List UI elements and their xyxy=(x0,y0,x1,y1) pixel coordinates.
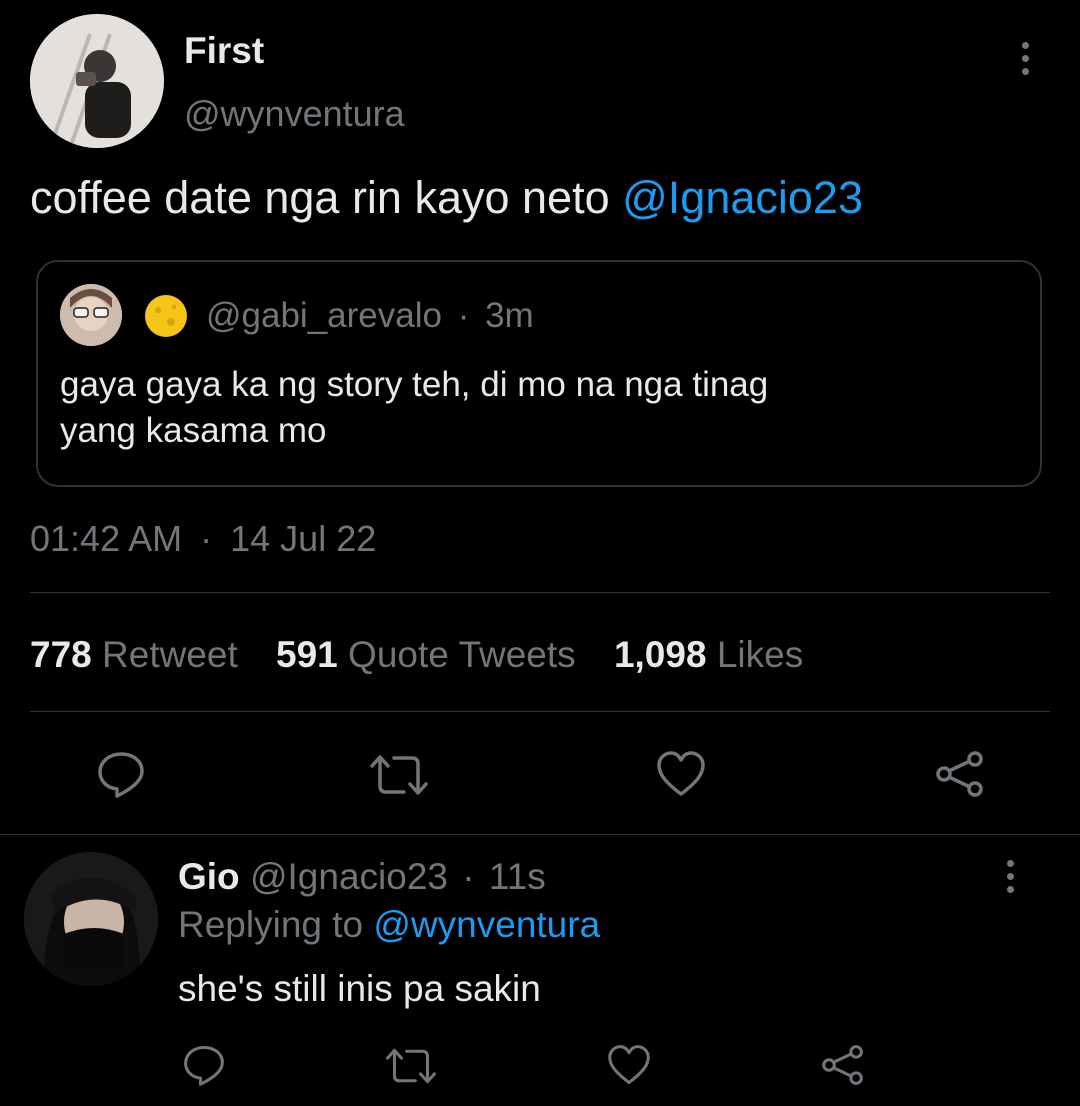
tweet-body: coffee date nga rin kayo neto xyxy=(30,172,610,223)
tweet-time: 01:42 AM xyxy=(30,518,183,559)
author-handle[interactable]: @wynventura xyxy=(184,93,405,135)
reply-share-icon[interactable] xyxy=(820,1044,866,1086)
reply-icon[interactable] xyxy=(96,750,146,798)
section-divider xyxy=(0,834,1080,835)
reply-display-name[interactable]: Gio xyxy=(178,856,240,897)
tweet-timestamp[interactable]: 01:42 AM · 14 Jul 22 xyxy=(30,518,376,560)
tweet-date: 14 Jul 22 xyxy=(230,518,377,559)
heart-icon[interactable] xyxy=(655,750,707,798)
reply-time[interactable]: 11s xyxy=(489,856,546,897)
quoted-author-avatar[interactable] xyxy=(60,284,122,346)
retweets-label: Retweet xyxy=(102,634,238,675)
tweet-text: coffee date nga rin kayo neto @Ignacio23 xyxy=(30,172,863,224)
retweets-stat[interactable]: 778 Retweet xyxy=(30,634,248,675)
divider-top xyxy=(30,592,1050,593)
retweet-icon[interactable] xyxy=(368,752,430,798)
mention-link[interactable]: @Ignacio23 xyxy=(622,172,863,223)
reply-meta: Gio @Ignacio23 · 11s xyxy=(178,856,546,898)
more-icon[interactable] xyxy=(1022,42,1029,81)
author-display-name[interactable]: First xyxy=(184,30,264,72)
quoted-time[interactable]: 3m xyxy=(485,296,534,335)
quoted-separator: · xyxy=(457,296,470,335)
author-avatar[interactable] xyxy=(30,14,164,148)
quoted-tweet-card[interactable]: @gabi_arevalo · 3m gaya gaya ka ng story… xyxy=(36,260,1042,487)
likes-count: 1,098 xyxy=(613,634,707,675)
tweet-stats: 778 Retweet 591 Quote Tweets 1,098 Likes xyxy=(30,634,803,676)
quoted-text-line-2: yang kasama mo xyxy=(60,411,327,450)
reply-handle[interactable]: @Ignacio23 xyxy=(250,856,448,897)
likes-stat[interactable]: 1,098 Likes xyxy=(614,634,803,675)
reply-heart-icon[interactable] xyxy=(606,1044,652,1086)
quoted-text-line-1: gaya gaya ka ng story teh, di mo na nga … xyxy=(60,365,769,404)
reply-more-icon[interactable] xyxy=(1007,860,1014,899)
timestamp-separator: · xyxy=(200,518,213,559)
quotes-count: 591 xyxy=(276,634,338,675)
reply-separator: · xyxy=(462,856,475,897)
reply-author-avatar[interactable] xyxy=(24,852,158,986)
quotes-stat[interactable]: 591 Quote Tweets xyxy=(276,634,586,675)
replying-handle[interactable]: @wynventura xyxy=(373,904,600,945)
moon-emoji-icon xyxy=(144,294,188,338)
replying-prefix: Replying to xyxy=(178,904,364,945)
likes-label: Likes xyxy=(716,634,804,675)
reply-text: she's still inis pa sakin xyxy=(178,968,541,1009)
reply-retweet-icon[interactable] xyxy=(384,1046,438,1086)
divider-bottom xyxy=(30,711,1050,712)
retweets-count: 778 xyxy=(30,634,92,675)
replying-to: Replying to @wynventura xyxy=(178,904,600,946)
quoted-handle[interactable]: @gabi_arevalo xyxy=(206,296,442,335)
quoted-meta: @gabi_arevalo · 3m xyxy=(206,296,534,336)
share-icon[interactable] xyxy=(934,750,986,798)
reply-reply-icon[interactable] xyxy=(182,1044,226,1086)
quoted-text: gaya gaya ka ng story teh, di mo na nga … xyxy=(60,362,768,454)
quotes-label: Quote Tweets xyxy=(348,634,576,675)
